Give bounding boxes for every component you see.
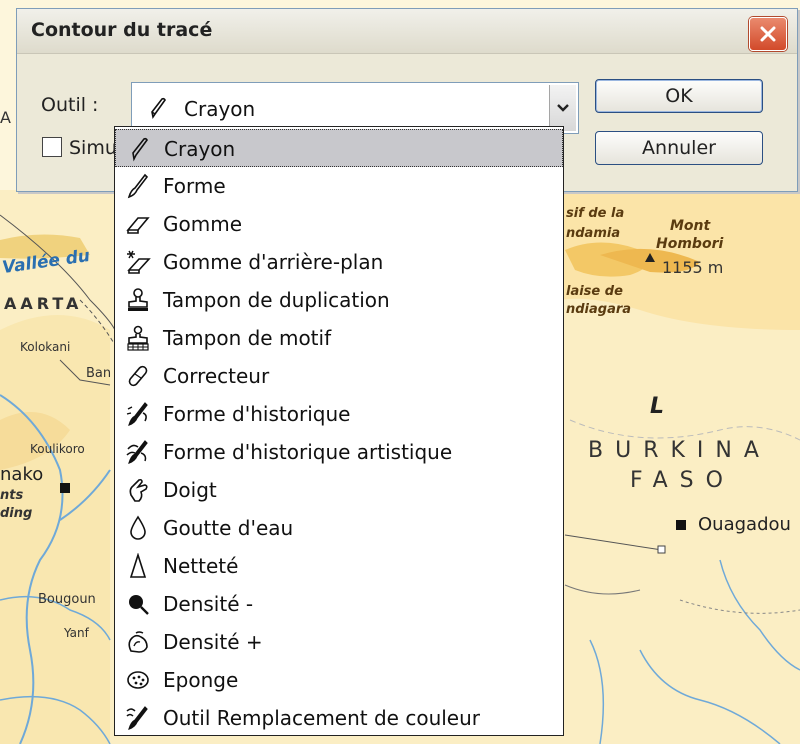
color-replacement-icon	[126, 706, 148, 730]
select-dropdown-button[interactable]	[549, 85, 576, 131]
map-label-faso: FASO	[630, 468, 735, 493]
cancel-button[interactable]: Annuler	[595, 131, 763, 165]
tool-option-correcteur[interactable]: Correcteur	[115, 357, 563, 395]
tool-option-label: Correcteur	[163, 364, 270, 388]
map-label-bougouni: Bougoun	[38, 592, 96, 607]
tool-option-label: Forme	[163, 174, 226, 198]
tool-option-label: Eponge	[163, 668, 239, 692]
eraser-icon	[126, 217, 150, 234]
map-label-yanfolila: Yanf	[64, 626, 89, 640]
map-label-hombori: Hombori	[656, 236, 724, 252]
map-label-ouagadougou: Ouagadou	[698, 514, 791, 535]
tool-option-densite-plus[interactable]: Densité +	[115, 623, 563, 661]
tool-option-doigt[interactable]: Doigt	[115, 471, 563, 509]
chevron-down-icon	[557, 104, 569, 112]
tool-option-forme-historique[interactable]: Forme d'historique	[115, 395, 563, 433]
tool-option-crayon[interactable]: Crayon	[115, 129, 563, 167]
tool-option-densite-moins[interactable]: Densité -	[115, 585, 563, 623]
map-label-burkina: BURKINA	[588, 438, 771, 463]
tool-option-label: Forme d'historique	[163, 402, 351, 426]
pencil-icon	[151, 97, 166, 120]
map-label-mont: Mont	[670, 218, 711, 234]
tool-option-label: Crayon	[164, 137, 236, 161]
tool-label: Outil :	[41, 94, 99, 116]
tool-option-tampon-motif[interactable]: Tampon de motif	[115, 319, 563, 357]
tool-option-label: Doigt	[163, 478, 217, 502]
map-label-kaarta: AARTA	[4, 294, 83, 313]
map-label-ban: Ban	[86, 366, 112, 381]
dialog-titlebar[interactable]: Contour du tracé	[17, 9, 797, 54]
history-brush-icon	[126, 402, 148, 426]
tool-select-value: Crayon	[184, 97, 256, 121]
map-label-ding: ding	[0, 506, 33, 521]
map-label-l: L	[650, 394, 665, 419]
tool-option-label: Gomme	[163, 212, 243, 236]
smudge-icon	[129, 478, 148, 502]
map-label-falaise-2: ndiagara	[566, 302, 632, 317]
art-history-brush-icon	[126, 440, 148, 464]
tool-option-goutte-eau[interactable]: Goutte d'eau	[115, 509, 563, 547]
sharpen-icon	[129, 553, 147, 578]
city-dot-bamako	[60, 483, 70, 493]
tool-option-label: Forme d'historique artistique	[163, 440, 453, 464]
map-label-kolokani: Kolokani	[20, 340, 71, 354]
brush-icon	[127, 173, 149, 199]
blur-drop-icon	[130, 515, 146, 540]
tool-option-nettete[interactable]: Netteté	[115, 547, 563, 585]
map-label-a: A	[0, 108, 11, 127]
tool-option-gomme[interactable]: Gomme	[115, 205, 563, 243]
map-label-koulikoro: Koulikoro	[30, 442, 85, 456]
tool-dropdown-list: Crayon Forme Gomme Gomme d'arrière-plan …	[114, 126, 564, 736]
tool-option-label: Tampon de motif	[163, 326, 332, 350]
tool-option-label: Goutte d'eau	[163, 516, 294, 540]
map-label-massif-2: ndamia	[566, 226, 621, 241]
tool-option-label: Densité -	[163, 592, 254, 616]
tool-option-forme[interactable]: Forme	[115, 167, 563, 205]
tool-option-eponge[interactable]: Eponge	[115, 661, 563, 699]
clone-stamp-icon	[128, 288, 148, 311]
map-label-altitude: 1155 m	[662, 258, 724, 277]
pencil-icon	[132, 137, 148, 162]
tool-option-label: Gomme d'arrière-plan	[163, 250, 384, 274]
map-label-falaise-1: laise de	[566, 284, 623, 299]
burn-icon	[128, 631, 148, 653]
background-eraser-icon	[127, 250, 151, 274]
pattern-stamp-icon	[127, 325, 149, 351]
dodge-icon	[129, 595, 149, 615]
tool-option-gomme-arriere-plan[interactable]: Gomme d'arrière-plan	[115, 243, 563, 281]
healing-brush-icon	[128, 365, 148, 387]
dialog-title: Contour du tracé	[31, 19, 213, 41]
sponge-icon	[127, 671, 149, 689]
tool-option-label: Densité +	[163, 630, 263, 654]
tool-option-forme-historique-artistique[interactable]: Forme d'historique artistique	[115, 433, 563, 471]
tool-option-label: Netteté	[163, 554, 239, 578]
tool-option-tampon-duplication[interactable]: Tampon de duplication	[115, 281, 563, 319]
close-button[interactable]	[749, 17, 787, 51]
map-label-nts: nts	[0, 488, 24, 503]
tool-option-remplacement-couleur[interactable]: Outil Remplacement de couleur	[115, 699, 563, 737]
simulate-pressure-label: Simu	[69, 137, 117, 159]
tool-option-label: Outil Remplacement de couleur	[163, 706, 481, 730]
map-label-massif-1: sif de la	[566, 206, 625, 221]
simulate-pressure-checkbox[interactable]	[42, 137, 62, 157]
close-icon	[760, 26, 776, 42]
city-dot-ouagadougou	[676, 520, 686, 530]
ok-button[interactable]: OK	[595, 79, 763, 113]
tool-option-label: Tampon de duplication	[163, 288, 390, 312]
map-label-bamako: nako	[0, 464, 44, 485]
